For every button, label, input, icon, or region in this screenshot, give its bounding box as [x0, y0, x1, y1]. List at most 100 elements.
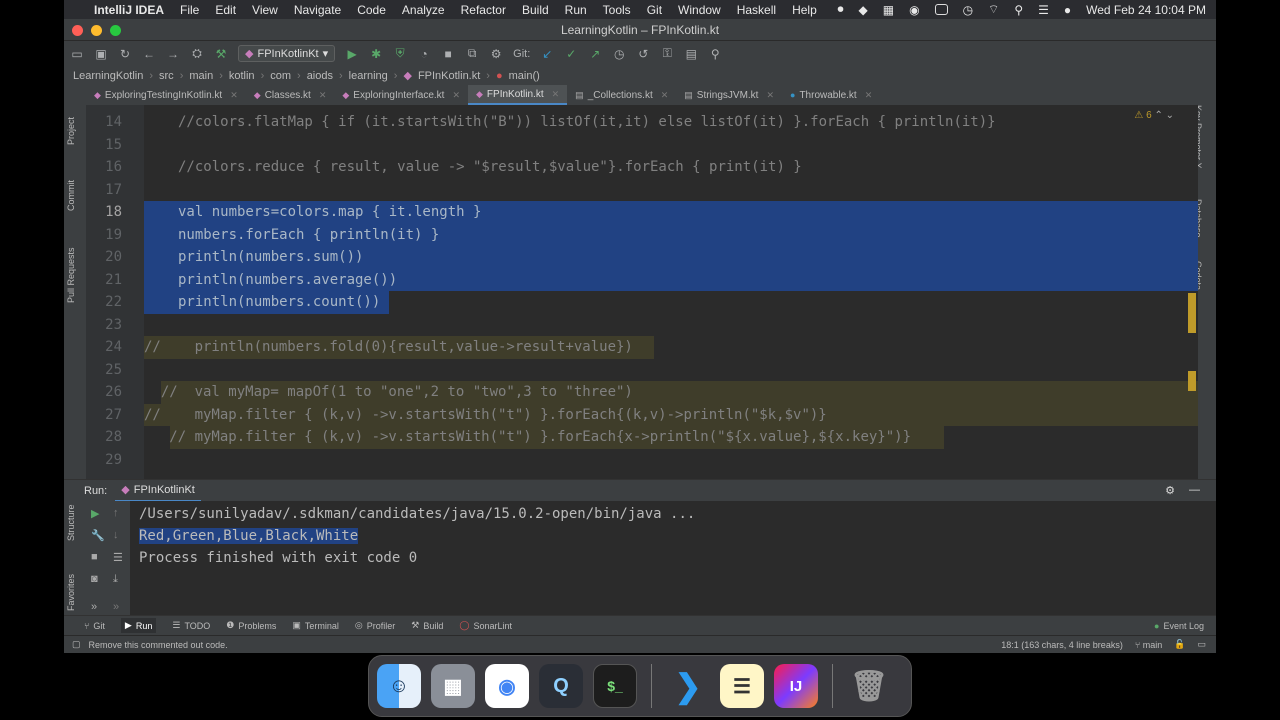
finder-icon[interactable]: ☺: [377, 664, 421, 708]
minimize-window-button[interactable]: [91, 25, 102, 36]
add-config-icon[interactable]: ⛭: [190, 46, 204, 61]
more-icon[interactable]: »: [91, 601, 97, 613]
toggle-tool-windows-icon[interactable]: ▢: [72, 639, 81, 650]
bottom-tab-profiler[interactable]: ◎ Profiler: [355, 620, 395, 631]
arrow-down-icon[interactable]: ↓: [113, 529, 119, 541]
code-line[interactable]: 26 // val myMap= mapOf(1 to "one",2 to "…: [86, 381, 1198, 404]
tool-window-structure[interactable]: Structure: [66, 504, 76, 541]
scroll-warning-marker[interactable]: [1188, 293, 1196, 333]
scroll-to-end-icon[interactable]: ⤓: [113, 573, 118, 586]
warnings-indicator[interactable]: ⚠ 6 ⌃ ⌄: [1134, 110, 1174, 121]
menu-refactor[interactable]: Refactor: [461, 3, 506, 17]
layout-icon[interactable]: ▤: [684, 47, 698, 61]
tab-classes[interactable]: ◆ Classes.kt ✕: [246, 85, 335, 105]
battery-icon[interactable]: [934, 4, 948, 15]
git-branch-widget[interactable]: ⑂ main: [1135, 640, 1162, 650]
menu-analyze[interactable]: Analyze: [402, 3, 445, 17]
code-line[interactable]: 25: [86, 359, 1198, 382]
breadcrumb-kotlin[interactable]: kotlin: [229, 70, 255, 82]
build-hammer-icon[interactable]: ⚒: [214, 47, 228, 61]
code-line[interactable]: 19 numbers.forEach { println(it) }: [86, 224, 1198, 247]
rerun-icon[interactable]: ▶: [91, 507, 99, 520]
run-tab[interactable]: ◆ FPInKotlinKt: [115, 480, 201, 502]
close-window-button[interactable]: [72, 25, 83, 36]
breadcrumb-learning[interactable]: learning: [349, 70, 388, 82]
tab-exploring-testing[interactable]: ◆ ExploringTestingInKotlin.kt ✕: [86, 85, 246, 105]
breadcrumb-com[interactable]: com: [270, 70, 291, 82]
back-icon[interactable]: ←: [142, 47, 156, 61]
code-line[interactable]: 29: [86, 449, 1198, 472]
minimize-icon[interactable]: —: [1189, 484, 1200, 497]
trash-icon[interactable]: 🗑: [847, 664, 891, 708]
code-line[interactable]: 24 // println(numbers.fold(0){result,valu…: [86, 336, 1198, 359]
user-icon[interactable]: ◉: [909, 3, 919, 17]
event-log-button[interactable]: ● Event Log: [1154, 621, 1216, 631]
bottom-tab-todo[interactable]: ☰ TODO: [172, 620, 210, 631]
menu-run[interactable]: Run: [565, 3, 587, 17]
close-icon[interactable]: ✕: [865, 90, 873, 101]
memory-indicator-icon[interactable]: ▭: [1197, 639, 1206, 650]
stop-icon[interactable]: ■: [91, 551, 98, 563]
code-editor[interactable]: 14 //colors.flatMap { if (it.startsWith("…: [86, 105, 1198, 479]
close-icon[interactable]: ✕: [319, 90, 327, 101]
code-line[interactable]: 23: [86, 314, 1198, 337]
code-line[interactable]: 15: [86, 134, 1198, 157]
breadcrumb-main[interactable]: main: [189, 70, 213, 82]
open-folder-icon[interactable]: ▭: [70, 47, 84, 61]
chevron-down-icon[interactable]: ⌄: [1166, 110, 1174, 121]
menu-help[interactable]: Help: [792, 3, 817, 17]
menu-haskell[interactable]: Haskell: [737, 3, 776, 17]
record-icon[interactable]: ⏺: [837, 2, 843, 17]
intellij-icon[interactable]: IJ: [774, 664, 818, 708]
tool-window-project[interactable]: Project: [66, 117, 76, 145]
chevron-up-icon[interactable]: ⌃: [1154, 110, 1162, 121]
breadcrumb-file[interactable]: FPInKotlin.kt: [418, 70, 480, 82]
bottom-tab-git[interactable]: ⑂ Git: [84, 621, 105, 631]
profile-icon[interactable]: ◔: [417, 47, 431, 61]
breadcrumb-aiods[interactable]: aiods: [307, 70, 333, 82]
quicktime-icon[interactable]: Q: [539, 664, 583, 708]
chrome-icon[interactable]: ◉: [485, 664, 529, 708]
git-history-icon[interactable]: ◷: [612, 47, 626, 61]
tab-strings-jvm[interactable]: ▤ StringsJVM.kt ✕: [676, 85, 782, 105]
code-line[interactable]: 16 //colors.reduce { result, value -> "$r…: [86, 156, 1198, 179]
more-icon[interactable]: »: [113, 601, 119, 613]
editor-scrollbar[interactable]: [1188, 105, 1198, 479]
tool-window-favorites[interactable]: Favorites: [66, 574, 76, 611]
spotlight-search-icon[interactable]: ⚲: [1014, 3, 1023, 17]
code-line[interactable]: 28 // myMap.filter { (k,v) ->v.startsWit…: [86, 426, 1198, 449]
scroll-warning-marker[interactable]: [1188, 371, 1196, 391]
bottom-tab-sonarlint[interactable]: ◯ SonarLint: [459, 620, 512, 631]
menu-navigate[interactable]: Navigate: [294, 3, 341, 17]
close-icon[interactable]: ✕: [661, 90, 669, 101]
tool-window-commit[interactable]: Commit: [66, 180, 76, 211]
git-rollback-icon[interactable]: ↺: [636, 47, 650, 61]
launchpad-icon[interactable]: ▦: [431, 664, 475, 708]
time-machine-icon[interactable]: ◷: [963, 3, 973, 17]
run-icon[interactable]: ▶: [345, 47, 359, 61]
menubar-datetime[interactable]: Wed Feb 24 10:04 PM: [1086, 3, 1206, 17]
code-line[interactable]: 22 println(numbers.count()): [86, 291, 1198, 314]
debug-icon[interactable]: ✱: [369, 47, 383, 61]
codota-icon[interactable]: ◆: [859, 3, 868, 17]
notes-icon[interactable]: ☰: [720, 664, 764, 708]
settings-icon[interactable]: ⚿: [660, 46, 674, 61]
search-icon[interactable]: ⚲: [708, 47, 722, 61]
arrow-up-icon[interactable]: ↑: [113, 507, 119, 519]
code-line[interactable]: 20 println(numbers.sum()): [86, 246, 1198, 269]
zoom-window-button[interactable]: [110, 25, 121, 36]
menu-edit[interactable]: Edit: [215, 3, 236, 17]
tab-fpinkotlin[interactable]: ◆ FPInKotlin.kt ✕: [468, 85, 568, 105]
attach-debugger-icon[interactable]: ⧉: [465, 46, 479, 61]
coverage-icon[interactable]: ⛨: [393, 46, 407, 61]
tab-throwable[interactable]: ● Throwable.kt ✕: [782, 85, 880, 105]
bottom-tab-build[interactable]: ⚒ Build: [411, 620, 443, 631]
code-line[interactable]: 21 println(numbers.average()): [86, 269, 1198, 292]
code-line[interactable]: 27 // myMap.filter { (k,v) ->v.startsWith…: [86, 404, 1198, 427]
gear-icon[interactable]: ⚙: [1165, 484, 1175, 497]
forward-icon[interactable]: →: [166, 47, 180, 61]
git-update-icon[interactable]: ↙: [540, 47, 554, 61]
vscode-icon[interactable]: ❯: [666, 664, 710, 708]
breadcrumb-function[interactable]: main(): [509, 70, 540, 82]
tab-collections[interactable]: ▤ _Collections.kt ✕: [567, 85, 676, 105]
